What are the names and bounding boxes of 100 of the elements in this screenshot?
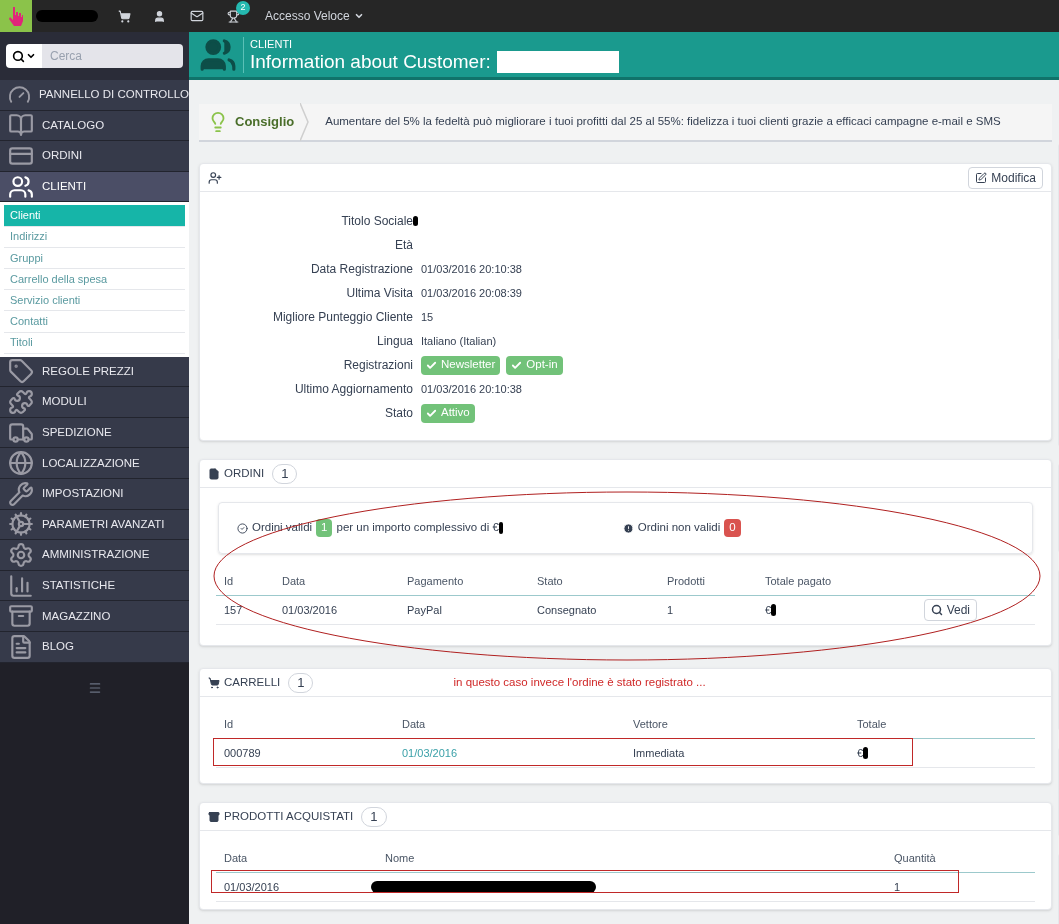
count-badge: 0 (724, 519, 741, 537)
search-icon (930, 604, 943, 616)
sidebar-item[interactable]: PANNELLO DI CONTROLLO (0, 80, 189, 111)
archive-icon (8, 603, 34, 630)
column-header: Totale pagato (764, 573, 833, 589)
field-label: Migliore Punteggio Cliente (271, 309, 413, 326)
check-icon (426, 407, 437, 419)
field-label: Titolo Sociale (340, 213, 413, 230)
column-header: Id (223, 573, 235, 589)
user-icon[interactable] (153, 9, 166, 23)
book-icon (8, 112, 34, 139)
menu-icon[interactable] (87, 680, 102, 695)
table-cell-text: € (857, 745, 864, 761)
column-header: Data (401, 716, 427, 732)
table-cell-text: 157 (224, 602, 243, 618)
column-header: Quantità (893, 850, 937, 866)
column-header: Vettore (632, 716, 669, 732)
sidebar-item[interactable]: PARAMETRI AVANZATI (0, 509, 189, 541)
tip-text: Aumentare del 5% la fedeltà può migliorare i tuoi profitti dal 25 al 55%: fidelizza i tuoi clienti grazie a efficaci campagne e-mail e SMS (325, 114, 1001, 130)
caret-icon (353, 11, 364, 21)
edit-button[interactable]: Modifica (968, 166, 1043, 189)
caret-icon (26, 51, 36, 61)
check-circle-icon (237, 522, 248, 534)
gears-icon (8, 511, 34, 538)
status-badge: Attivo (421, 403, 475, 423)
field-label: Registrazioni (342, 357, 413, 374)
sidebar-item[interactable]: MAGAZZINO (0, 601, 189, 633)
summary-text: per un importo complessivo di € (336, 520, 499, 536)
field-label: Data Registrazione (309, 261, 413, 278)
sidebar-item[interactable]: AMMINISTRAZIONE (0, 540, 189, 571)
puzzle-icon (8, 389, 34, 416)
notification-badge: 2 (236, 0, 250, 15)
redaction-mark (36, 10, 98, 22)
status-badge: Opt-in (506, 355, 563, 375)
field-label: Ultima Visita (345, 285, 413, 302)
user-plus-icon (208, 170, 222, 185)
sidebar-item[interactable]: CATALOGO (0, 110, 189, 142)
settings-icon (8, 542, 34, 569)
redaction-mark (863, 747, 869, 759)
column-header: Data (223, 850, 249, 866)
table-cell-text: 01/03/2016 (224, 879, 280, 895)
table-cell-text: Immediata (633, 745, 685, 761)
table-cell-text: 01/03/2016 (282, 602, 338, 618)
table-cell-text: PayPal (407, 602, 442, 618)
trophy-icon[interactable] (227, 9, 240, 23)
column-header: Pagamento (406, 573, 465, 589)
edit-icon (975, 171, 988, 184)
summary-label: Ordini validi (252, 520, 313, 536)
column-header: Nome (384, 850, 416, 866)
table-cell-text: Consegnato (537, 602, 597, 618)
sidebar-item[interactable]: LOCALIZZAZIONE (0, 448, 189, 480)
mail-icon[interactable] (190, 9, 204, 23)
redaction-mark (771, 604, 777, 616)
document-icon (8, 633, 34, 660)
search-icon (12, 49, 25, 63)
column-header: Totale (856, 716, 888, 732)
column-header: Stato (536, 573, 564, 589)
page-title: Information about Customer: (250, 50, 491, 73)
view-button[interactable]: Vedi (923, 599, 977, 621)
check-icon (426, 359, 437, 371)
cart-icon (208, 676, 220, 689)
redaction-mark (413, 216, 418, 226)
field-value: 01/03/2016 20:10:38 (421, 381, 522, 397)
sidebar-item[interactable]: CLIENTI (0, 171, 189, 203)
field-value: Italiano (Italian) (421, 333, 497, 349)
field-label: Ultimo Aggiornamento (293, 381, 413, 398)
column-header: Id (223, 716, 235, 732)
section-title: CARRELLI (224, 674, 281, 690)
summary-label: Ordini non validi (637, 520, 721, 536)
sidebar-item[interactable]: IMPOSTAZIONI (0, 479, 189, 510)
sidebar-item[interactable]: SPEDIZIONE (0, 417, 189, 449)
field-value: 15 (421, 309, 434, 325)
check-icon (511, 359, 523, 371)
status-badge: Newsletter (421, 355, 501, 375)
field-label: Lingua (375, 333, 413, 350)
sidebar-item[interactable]: MODULI (0, 387, 189, 418)
section-title: PRODOTTI ACQUISTATI (224, 808, 354, 824)
alert-icon (622, 522, 634, 534)
field-value: 01/03/2016 20:10:38 (421, 261, 522, 277)
table-cell-text: 1 (894, 879, 901, 895)
table-cell-text: 1 (667, 602, 674, 618)
sidebar-item[interactable]: REGOLE PREZZI (0, 356, 189, 388)
globe-icon (8, 450, 34, 477)
column-header: Prodotti (666, 573, 706, 589)
sidebar-item[interactable]: ORDINI (0, 141, 189, 172)
cart-icon[interactable] (118, 9, 131, 23)
hand-pointer-icon (8, 6, 24, 26)
tag-icon (8, 358, 34, 385)
field-label: Stato (383, 405, 413, 422)
wrench-icon (8, 480, 34, 507)
redaction-mark (498, 522, 503, 534)
sidebar-item[interactable]: BLOG (0, 632, 189, 663)
annotation-note: in questo caso invece l'ordine è stato registrato ... (453, 674, 706, 690)
sidebar-item[interactable]: STATISTICHE (0, 570, 189, 602)
quick-access-menu[interactable]: Accesso Veloce (265, 7, 364, 25)
field-label: Età (394, 237, 413, 254)
users-icon (8, 173, 34, 200)
document-icon (208, 467, 220, 480)
section-title: ORDINI (224, 465, 265, 481)
table-cell-text: € (765, 602, 772, 618)
